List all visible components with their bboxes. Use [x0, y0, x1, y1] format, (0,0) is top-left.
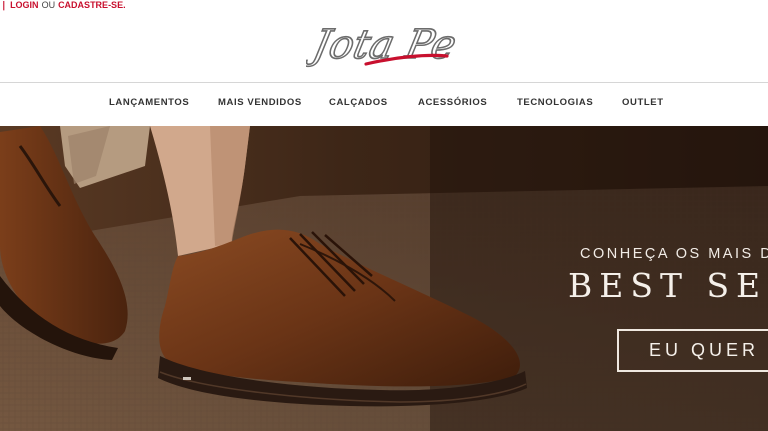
nav-item-mais-vendidos[interactable]: MAIS VENDIDOS [218, 97, 302, 108]
hero-subtitle: CONHEÇA OS MAIS D [580, 246, 768, 262]
nav-item-acessorios[interactable]: ACESSÓRIOS [418, 97, 487, 108]
nav-item-lancamentos[interactable]: LANÇAMENTOS [109, 97, 189, 108]
account-separator: OU [41, 0, 56, 10]
main-nav: LANÇAMENTOS MAIS VENDIDOS CALÇADOS ACESS… [0, 84, 768, 126]
login-link[interactable]: LOGIN [10, 0, 39, 10]
hero-banner[interactable]: CONHEÇA OS MAIS D BEST SEL EU QUER [0, 126, 768, 431]
brand-logo[interactable]: Jota Pe [306, 16, 462, 72]
hero-title: BEST SEL [568, 266, 768, 305]
nav-item-outlet[interactable]: OUTLET [622, 97, 664, 108]
site-header: ❘ LOGIN OU CADASTRE-SE. Jota Pe [0, 0, 768, 83]
nav-item-tecnologias[interactable]: TECNOLOGIAS [517, 97, 593, 108]
hero-cta-button[interactable]: EU QUER [617, 329, 768, 372]
nav-item-calcados[interactable]: CALÇADOS [329, 97, 388, 108]
account-links: ❘ LOGIN OU CADASTRE-SE. [0, 0, 126, 12]
register-link[interactable]: CADASTRE-SE. [58, 0, 126, 10]
user-icon: ❘ [0, 0, 8, 10]
